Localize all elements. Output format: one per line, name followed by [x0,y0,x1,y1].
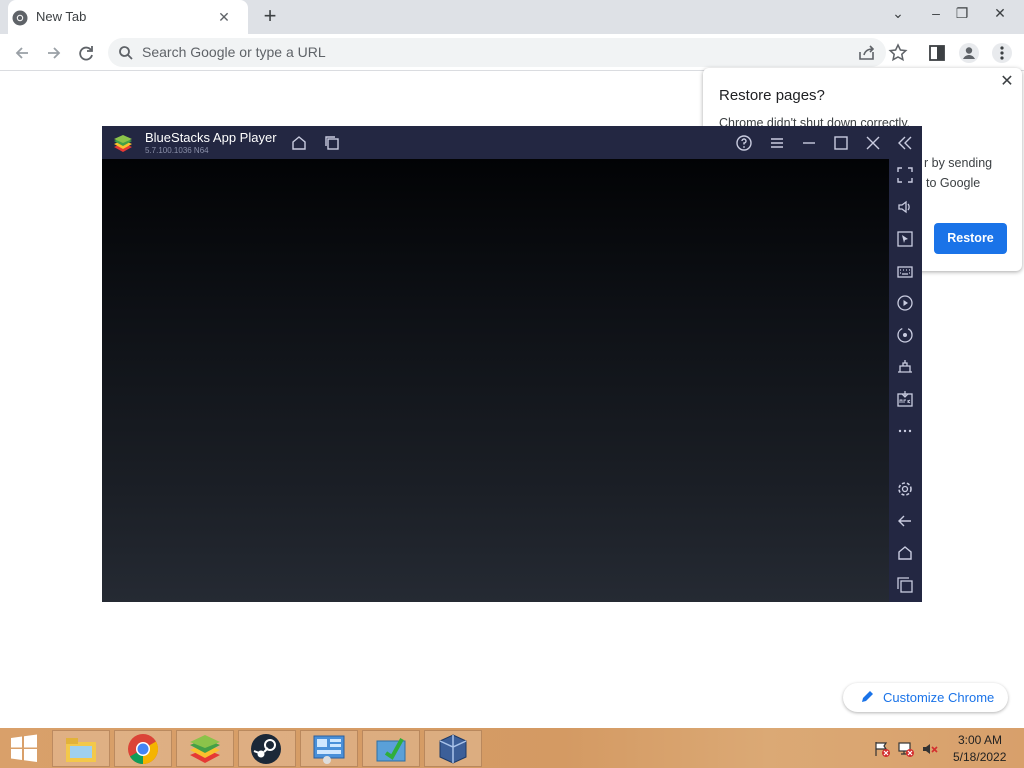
windows-start-icon[interactable] [9,734,39,762]
menu-icon[interactable] [991,42,1013,64]
minimize-icon[interactable] [800,134,818,152]
bluestacks-title: BlueStacks App Player [145,130,277,145]
bluestacks-version: 5.7.100.1036 N64 [145,146,209,155]
restore-popup-close-button[interactable]: ✕ [998,73,1016,91]
control-panel-icon [313,735,345,764]
volume-icon[interactable] [896,198,914,216]
tab-close-button[interactable]: ✕ [214,7,234,27]
menu-icon[interactable] [768,134,786,152]
taskbar-clock-date[interactable]: 5/18/2022 [953,750,1006,764]
steam-icon [251,734,281,764]
customize-chrome-label: Customize Chrome [883,690,995,705]
minimize-button[interactable]: – [922,2,950,24]
bluestacks-logo-icon [114,135,132,152]
pointer-icon[interactable] [896,230,914,248]
bluestacks-android-screen[interactable] [102,159,889,602]
home-icon[interactable] [290,134,308,152]
restore-button[interactable]: Restore [934,223,1007,254]
virtualbox-icon [439,734,467,764]
pencil-icon [862,691,873,702]
reload-icon[interactable] [73,40,99,66]
home-icon[interactable] [896,544,914,562]
keyboard-icon[interactable] [896,262,914,280]
help-icon[interactable] [735,134,753,152]
close-icon[interactable] [864,134,882,152]
screenshot-icon[interactable] [896,358,914,376]
chrome-icon [128,734,159,764]
restore-window-button[interactable]: ❐ [948,2,976,24]
restore-popup-title: Restore pages? [719,87,825,104]
rotate-icon[interactable] [896,326,914,344]
apk-icon[interactable] [896,390,914,408]
action-center-icon [376,738,406,762]
side-panel-icon[interactable] [926,42,948,64]
new-tab-button[interactable]: + [258,5,282,29]
back-icon[interactable] [9,40,35,66]
multi-instance-icon[interactable] [323,134,341,152]
maximize-icon[interactable] [832,134,850,152]
more-icon[interactable] [896,422,914,440]
back-icon[interactable] [896,512,914,530]
close-window-button[interactable]: ✕ [986,2,1014,24]
restore-popup-message-fragment: to Google [926,176,981,190]
chrome-favicon-icon [12,10,28,26]
bluestacks-icon [190,735,220,763]
forward-icon[interactable] [41,40,67,66]
flag-icon[interactable] [873,740,891,758]
collapse-sidebar-icon[interactable] [896,134,914,152]
fullscreen-icon[interactable] [896,166,914,184]
tab-search-button[interactable]: ⌄ [884,2,912,24]
star-icon[interactable] [887,42,909,64]
volume-muted-icon[interactable] [921,740,939,758]
file-explorer-icon [66,738,96,762]
bluestacks-sidebar [889,159,922,602]
share-icon[interactable] [856,42,878,64]
profile-icon[interactable] [958,42,980,64]
restore-popup-message-fragment: r by sending [924,156,993,170]
tab-title: New Tab [36,9,87,24]
search-icon [119,46,133,60]
recent-apps-icon[interactable] [896,576,914,594]
settings-icon[interactable] [896,480,914,498]
network-icon[interactable] [897,740,915,758]
taskbar-clock-time[interactable]: 3:00 AM [958,733,1002,747]
macro-icon[interactable] [896,294,914,312]
address-bar-placeholder: Search Google or type a URL [142,44,326,60]
